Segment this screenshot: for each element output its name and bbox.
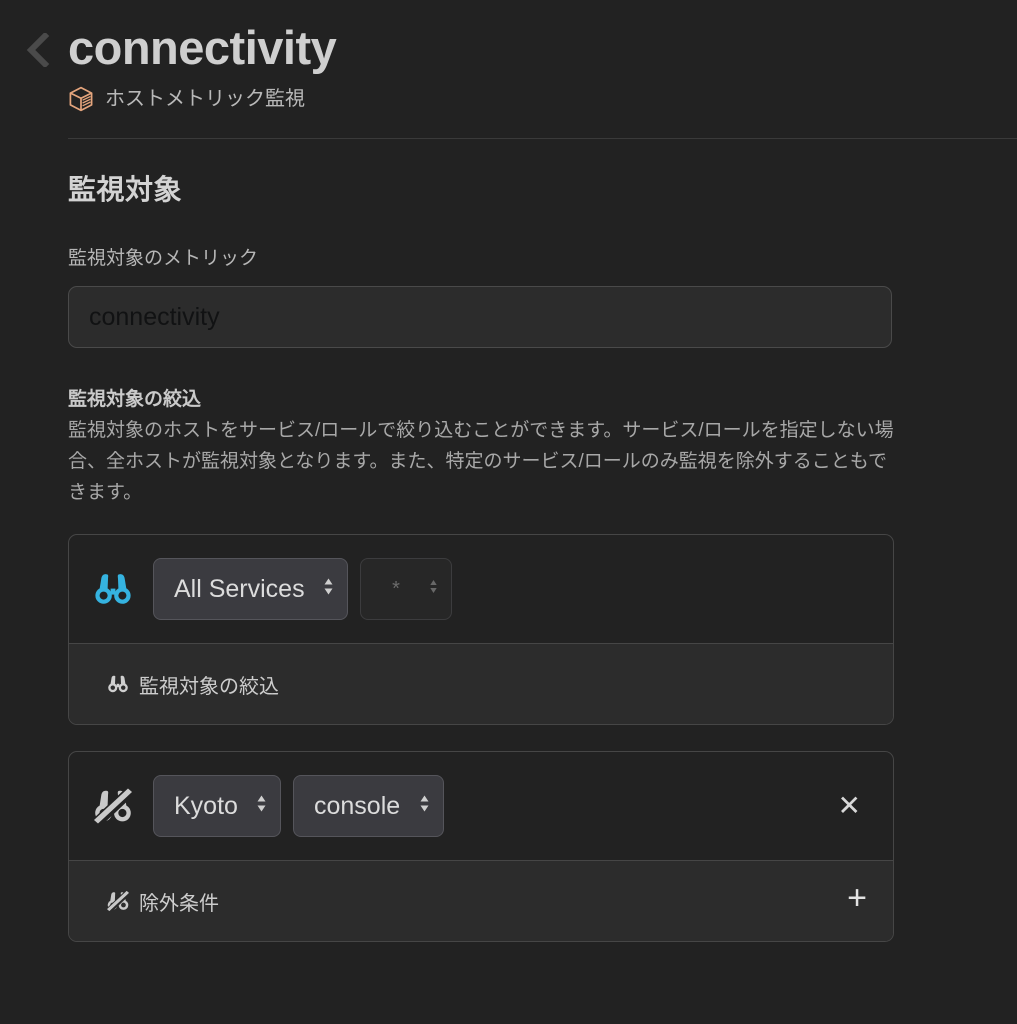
page-header: connectivity ホストメトリック監視 <box>0 0 1017 139</box>
exclude-service-select[interactable]: Kyoto <box>153 775 281 838</box>
add-include-filter-label: 監視対象の絞込 <box>139 675 279 698</box>
monitor-settings-page: connectivity ホストメトリック監視 監視対象 監視対象のメトリック … <box>0 0 1017 1024</box>
header-divider <box>68 138 1017 139</box>
include-role-select-wrap: * <box>360 558 452 621</box>
add-include-filter-button[interactable]: 監視対象の絞込 <box>69 643 893 725</box>
exclude-filter-panel: Kyoto console ✕ 除外条件 + <box>68 751 894 943</box>
include-filter-row: All Services * <box>69 535 893 643</box>
include-service-select-wrap: All Services <box>153 558 348 621</box>
include-role-select[interactable]: * <box>360 558 452 621</box>
remove-exclude-filter-button[interactable]: ✕ <box>828 788 871 824</box>
scope-description: 監視対象のホストをサービス/ロールで絞り込むことができます。サービス/ロールを指… <box>68 420 894 503</box>
section-title: 監視対象 <box>68 174 183 205</box>
binoculars-slash-icon <box>89 787 137 825</box>
add-exclude-filter-label: 除外条件 <box>139 892 219 915</box>
exclude-role-select[interactable]: console <box>293 775 444 838</box>
binoculars-slash-icon <box>105 890 131 912</box>
exclude-service-select-wrap: Kyoto <box>153 775 281 838</box>
include-service-select[interactable]: All Services <box>153 558 348 621</box>
metric-input[interactable] <box>68 286 892 348</box>
chevron-left-icon[interactable] <box>24 33 50 67</box>
include-filter-panel: All Services * 監視対象の絞込 <box>68 534 894 726</box>
exclude-filter-row: Kyoto console ✕ <box>69 752 893 860</box>
exclude-role-select-wrap: console <box>293 775 444 838</box>
cube-icon <box>68 86 94 112</box>
title-block: connectivity ホストメトリック監視 <box>0 24 1017 112</box>
subtitle-text: ホストメトリック監視 <box>105 88 305 110</box>
binoculars-icon <box>89 571 137 607</box>
scope-heading: 監視対象の絞込 <box>68 389 202 410</box>
subtitle-row: ホストメトリック監視 <box>68 86 1017 112</box>
metric-field-label: 監視対象のメトリック <box>68 248 259 269</box>
page-title: connectivity <box>68 21 337 74</box>
binoculars-icon <box>105 674 131 694</box>
add-exclude-filter-button[interactable]: 除外条件 + <box>69 860 893 942</box>
add-exclude-condition-button[interactable]: + <box>837 881 871 921</box>
main-content: 監視対象 監視対象のメトリック 監視対象の絞込 監視対象のホストをサービス/ロー… <box>0 168 1017 943</box>
